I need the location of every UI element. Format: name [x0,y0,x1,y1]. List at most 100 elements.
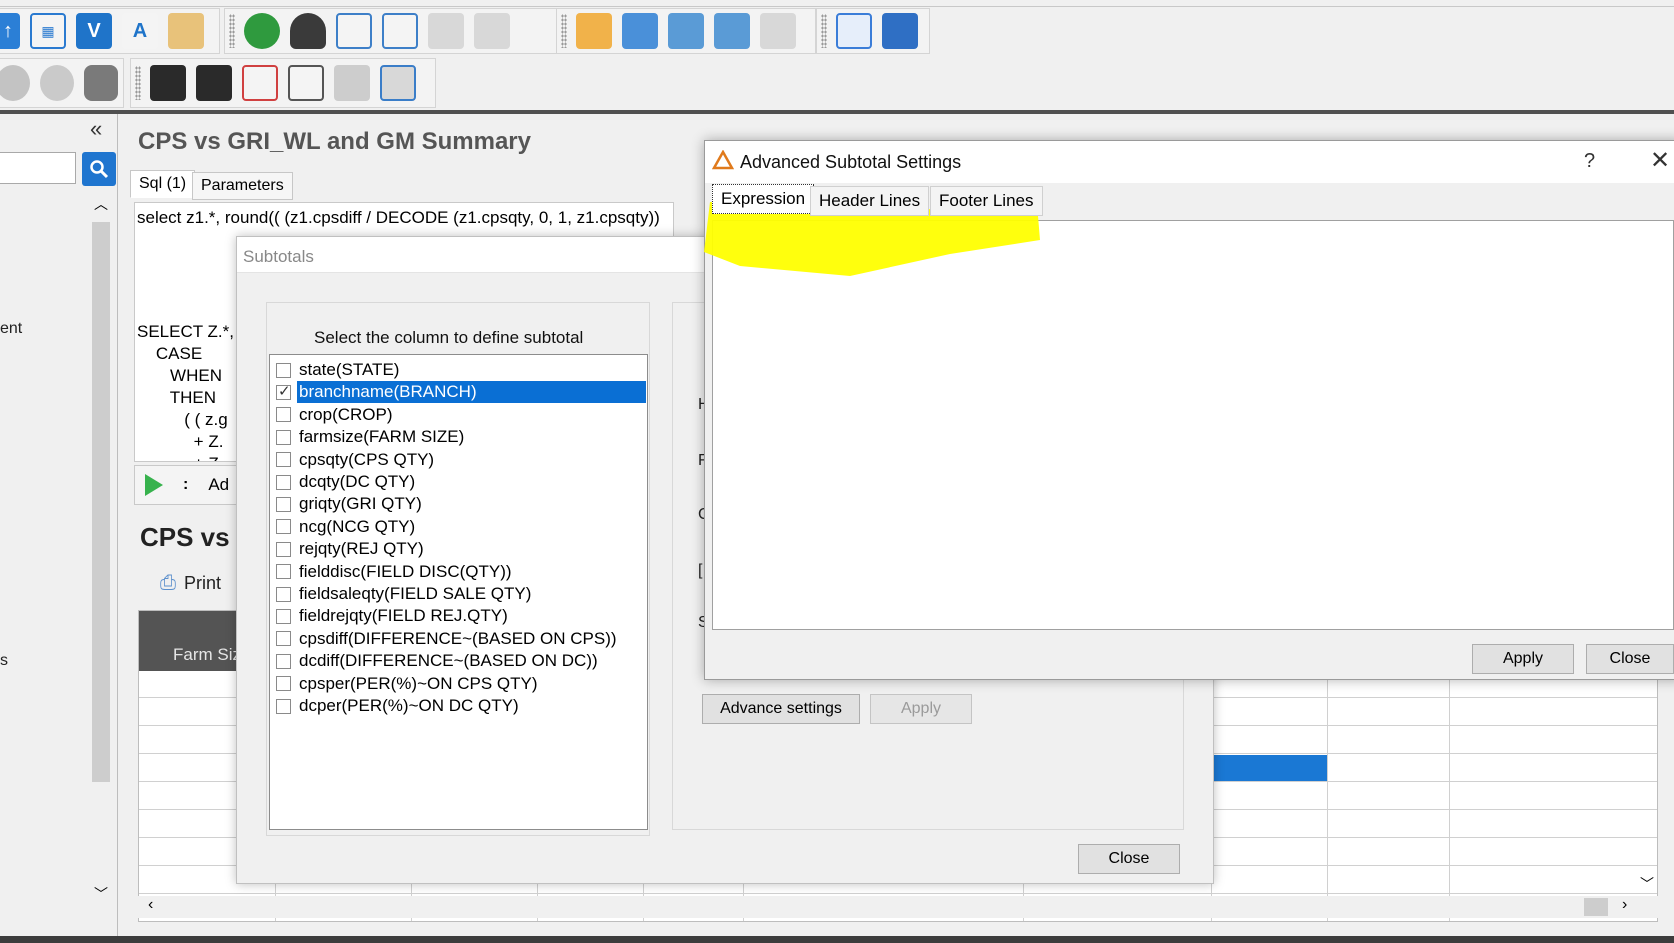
left-search-input[interactable] [0,152,76,184]
column-list-item[interactable]: fieldsaleqty(FIELD SALE QTY) [272,583,646,605]
column-list-item[interactable]: state(STATE) [272,359,646,381]
toolbar-grip[interactable] [821,14,827,48]
scroll-down-icon[interactable]: ﹀ [94,884,108,904]
translate-icon[interactable]: A [122,13,158,49]
scroll-down-icon[interactable]: ﹀ [1640,874,1654,894]
column-checkbox[interactable] [276,362,291,378]
column-checkbox[interactable] [276,608,291,624]
column-list-item[interactable]: rejqty(REJ QTY) [272,538,646,560]
fullscreen-icon[interactable] [882,13,918,49]
calendar-clock-icon[interactable]: ▦ [30,13,66,49]
users-icon[interactable] [290,13,326,49]
column-list-item[interactable]: branchname(BRANCH) [272,381,646,404]
scroll-left-icon[interactable]: ‹ [148,896,153,914]
toolbar-grip[interactable] [229,14,235,48]
apply-button-disabled[interactable]: Apply [870,694,972,724]
import-icon[interactable] [576,13,612,49]
export-icon[interactable] [622,13,658,49]
column-checkbox[interactable] [276,564,291,580]
column-list-item[interactable]: cpsqty(CPS QTY) [272,449,646,471]
grid-view-icon[interactable] [836,13,872,49]
column-checkbox[interactable] [276,631,291,647]
print-button[interactable]: ⎙ Print [160,572,221,595]
column-label: farmsize(FARM SIZE) [299,427,465,447]
column-list-item[interactable]: ncg(NCG QTY) [272,516,646,538]
column-checkbox[interactable] [276,541,291,557]
left-scrollbar[interactable] [90,196,112,912]
database-icon[interactable] [84,65,118,101]
flow-icon[interactable] [382,13,418,49]
tab-parameters[interactable]: Parameters [192,172,293,200]
save-icon[interactable] [150,65,186,101]
scroll-thumb[interactable] [1584,898,1608,916]
column-list-item[interactable]: dcper(PER(%)~ON DC QTY) [272,695,646,717]
column-list-item[interactable]: dcqty(DC QTY) [272,471,646,493]
close-icon[interactable]: ✕ [1650,146,1670,175]
hierarchy-icon[interactable] [336,13,372,49]
advance-settings-button[interactable]: Advance settings [702,694,860,724]
column-checkbox[interactable] [276,698,291,714]
column-checkbox[interactable] [276,382,291,400]
horizontal-scrollbar[interactable]: ‹ › [138,896,1658,918]
document-edit-icon[interactable] [474,13,510,49]
subtotals-close-button[interactable]: Close [1078,844,1180,874]
column-checkbox[interactable] [276,407,291,423]
column-checkbox[interactable] [276,519,291,535]
scroll-right-icon[interactable]: › [1622,896,1627,914]
status-bar [0,936,1674,943]
collapse-panel-icon[interactable]: « [90,116,102,142]
column-list-item[interactable]: cpsper(PER(%)~ON CPS QTY) [272,673,646,695]
column-checkbox[interactable] [276,429,291,445]
sql-line: CASE [137,344,203,363]
play-icon[interactable] [145,474,163,496]
sql-line: THEN [137,388,217,407]
column-checkbox[interactable] [276,586,291,602]
print-icon[interactable] [334,65,370,101]
toolbar-button-fragment[interactable]: Ad [208,475,229,495]
column-checkbox[interactable] [276,452,291,468]
column-list-item[interactable]: crop(CROP) [272,404,646,426]
column-list-item[interactable]: dcdiff(DIFFERENCE~(BASED ON DC)) [272,650,646,672]
sync-icon[interactable] [714,13,750,49]
column-list[interactable]: state(STATE) branchname(BRANCH)crop(CROP)… [269,354,648,830]
tab-expression[interactable]: Expression [712,184,815,214]
function-icon[interactable] [288,65,324,101]
edit-icon[interactable] [428,13,464,49]
transfer-icon[interactable] [668,13,704,49]
column-checkbox[interactable] [276,496,291,512]
column-list-item[interactable]: fielddisc(FIELD DISC(QTY)) [272,561,646,583]
column-checkbox[interactable] [276,676,291,692]
left-text-fragment: s [0,652,8,669]
column-list-item[interactable]: cpsdiff(DIFFERENCE~(BASED ON CPS)) [272,628,646,650]
tab-footer-lines[interactable]: Footer Lines [930,186,1043,216]
dialog-title: Advanced Subtotal Settings [740,152,962,172]
column-label: cpsdiff(DIFFERENCE~(BASED ON CPS)) [299,628,617,648]
advanced-apply-button[interactable]: Apply [1472,644,1574,674]
column-list-item[interactable]: fieldrejqty(FIELD REJ.QTY) [272,605,646,627]
scroll-thumb[interactable] [92,222,110,782]
toolbar-grip[interactable] [561,14,567,48]
arrow-icon[interactable]: ↑ [0,13,20,49]
stop-icon[interactable] [40,65,74,101]
column-list-item[interactable]: griqty(GRI QTY) [272,493,646,515]
scroll-up-icon[interactable]: ︿ [94,194,108,214]
tab-sql[interactable]: Sql (1) [130,170,196,198]
expression-editor[interactable] [712,220,1674,630]
advanced-close-button[interactable]: Close [1586,644,1674,674]
help-icon[interactable]: ? [1584,150,1595,173]
v-icon[interactable]: V [76,13,112,49]
gear-icon[interactable] [0,65,30,101]
search-button[interactable] [82,152,116,186]
form-icon[interactable] [380,65,416,101]
clipboard-icon[interactable] [168,13,204,49]
column-list-item[interactable]: farmsize(FARM SIZE) [272,426,646,448]
tab-header-lines[interactable]: Header Lines [810,186,930,216]
delete-icon[interactable] [242,65,278,101]
globe-icon[interactable] [244,13,280,49]
mail-icon[interactable] [760,13,796,49]
toolbar-grip[interactable] [135,66,141,100]
column-checkbox[interactable] [276,653,291,669]
column-checkbox[interactable] [276,474,291,490]
selected-cell[interactable] [1211,755,1327,781]
save-all-icon[interactable] [196,65,232,101]
